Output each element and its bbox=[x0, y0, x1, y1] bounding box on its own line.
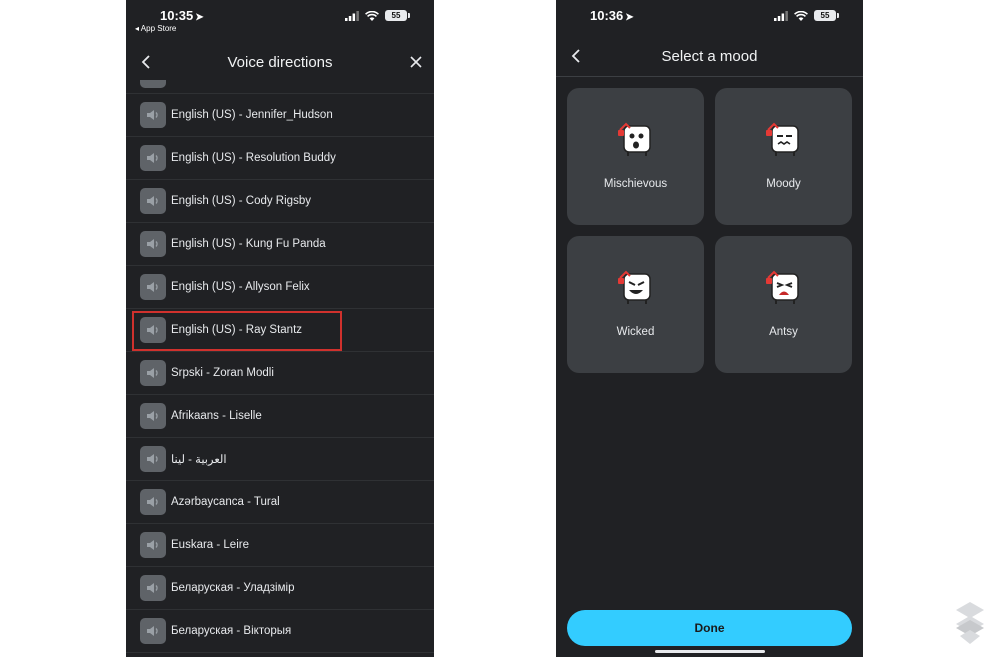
mood-label: Mischievous bbox=[603, 178, 668, 190]
done-button[interactable]: Done bbox=[567, 610, 852, 646]
voice-list-item[interactable]: Afrikaans - Liselle bbox=[126, 395, 434, 438]
voice-directions-screen: 10:35 ➤ ◂ App Store 55 Voice directions E… bbox=[126, 0, 434, 657]
voice-label: Srpski - Zoran Modli bbox=[171, 367, 274, 379]
voice-label: Azərbaycanca - Tural bbox=[171, 496, 280, 508]
voice-list-item[interactable]: English (US) - Ray Stantz bbox=[126, 309, 434, 352]
voice-list: English (US) - Jennifer_Hudson English (U… bbox=[126, 80, 434, 657]
voice-label: English (US) - Allyson Felix bbox=[171, 281, 310, 293]
voice-label: English (US) - Jennifer_Hudson bbox=[171, 109, 333, 121]
status-icons: 55 bbox=[774, 10, 839, 21]
voice-label: English (US) - Ray Stantz bbox=[171, 324, 303, 336]
back-chevron-icon[interactable] bbox=[136, 52, 156, 72]
back-to-app-store-link[interactable]: ◂ App Store bbox=[135, 24, 176, 33]
voice-label: English (US) - Resolution Buddy bbox=[171, 152, 336, 164]
voice-label: العربية - لينا bbox=[171, 454, 227, 466]
battery-icon: 55 bbox=[814, 10, 839, 21]
speaker-icon bbox=[140, 403, 166, 429]
status-icons: 55 bbox=[345, 10, 410, 21]
location-arrow-icon: ➤ bbox=[195, 12, 204, 23]
status-bar: 10:35 ➤ ◂ App Store 55 bbox=[126, 0, 434, 36]
brand-watermark-logo bbox=[956, 602, 984, 644]
select-mood-screen: 10:36 ➤ 55 Select a mood Mischievous Moody… bbox=[556, 0, 863, 657]
voice-label: English (US) - Cody Rigsby bbox=[171, 195, 311, 207]
close-icon[interactable] bbox=[406, 52, 426, 72]
speaker-icon bbox=[140, 575, 166, 601]
wifi-icon bbox=[365, 10, 379, 21]
mood-card-mischievous[interactable]: Mischievous bbox=[567, 88, 704, 225]
voice-list-item[interactable]: English (US) - Cody Rigsby bbox=[126, 180, 434, 223]
cellular-signal-icon bbox=[774, 10, 788, 21]
battery-icon: 55 bbox=[385, 10, 410, 21]
home-indicator bbox=[654, 650, 765, 653]
voice-list-item[interactable]: العربية - لينا bbox=[126, 438, 434, 481]
voice-label: Беларуская - Уладзімір bbox=[171, 582, 295, 594]
voice-list-item-partial[interactable] bbox=[126, 80, 434, 94]
speaker-icon bbox=[140, 80, 166, 88]
cellular-signal-icon bbox=[345, 10, 359, 21]
speaker-icon bbox=[140, 102, 166, 128]
voice-list-item[interactable]: English (US) - Allyson Felix bbox=[126, 266, 434, 309]
mood-label: Antsy bbox=[769, 326, 798, 338]
voice-list-item[interactable]: English (US) - Resolution Buddy bbox=[126, 137, 434, 180]
speaker-icon bbox=[140, 317, 166, 343]
mood-label: Wicked bbox=[616, 326, 655, 338]
voice-label: Euskara - Leire bbox=[171, 539, 249, 551]
speaker-icon bbox=[140, 188, 166, 214]
moody-mood-icon bbox=[765, 122, 799, 156]
mood-card-moody[interactable]: Moody bbox=[715, 88, 852, 225]
status-time: 10:35 ➤ bbox=[160, 8, 204, 23]
speaker-icon bbox=[140, 489, 166, 515]
voice-list-item[interactable]: English (US) - Kung Fu Panda bbox=[126, 223, 434, 266]
nav-bar: Select a mood bbox=[556, 39, 863, 73]
voice-list-item[interactable]: Беларуская - Вікторыя bbox=[126, 610, 434, 653]
voice-list-item[interactable]: Srpski - Zoran Modli bbox=[126, 352, 434, 395]
speaker-icon bbox=[140, 532, 166, 558]
speaker-icon bbox=[140, 446, 166, 472]
mood-grid: Mischievous Moody Wicked Antsy bbox=[567, 88, 852, 373]
speaker-icon bbox=[140, 231, 166, 257]
divider bbox=[556, 76, 863, 77]
wifi-icon bbox=[794, 10, 808, 21]
status-time: 10:36 ➤ bbox=[590, 8, 634, 23]
status-bar: 10:36 ➤ 55 bbox=[556, 0, 863, 36]
back-chevron-icon[interactable] bbox=[566, 46, 586, 66]
speaker-icon bbox=[140, 618, 166, 644]
speaker-icon bbox=[140, 274, 166, 300]
voice-list-item[interactable]: Беларуская - Уладзімір bbox=[126, 567, 434, 610]
speaker-icon bbox=[140, 360, 166, 386]
voice-list-item[interactable]: English (US) - Jennifer_Hudson bbox=[126, 94, 434, 137]
speaker-icon bbox=[140, 145, 166, 171]
wicked-mood-icon bbox=[617, 270, 651, 304]
location-arrow-icon: ➤ bbox=[625, 12, 634, 23]
nav-bar: Voice directions bbox=[126, 45, 434, 79]
page-title: Voice directions bbox=[227, 53, 333, 71]
antsy-mood-icon bbox=[765, 270, 799, 304]
mood-label: Moody bbox=[766, 178, 801, 190]
mood-card-antsy[interactable]: Antsy bbox=[715, 236, 852, 373]
voice-list-item[interactable]: Azərbaycanca - Tural bbox=[126, 481, 434, 524]
voice-label: Беларуская - Вікторыя bbox=[171, 625, 292, 637]
voice-list-item[interactable]: Euskara - Leire bbox=[126, 524, 434, 567]
mood-card-wicked[interactable]: Wicked bbox=[567, 236, 704, 373]
voice-label: Afrikaans - Liselle bbox=[171, 410, 262, 422]
voice-label: English (US) - Kung Fu Panda bbox=[171, 238, 326, 250]
page-title: Select a mood bbox=[661, 47, 758, 65]
mischievous-mood-icon bbox=[617, 122, 651, 156]
